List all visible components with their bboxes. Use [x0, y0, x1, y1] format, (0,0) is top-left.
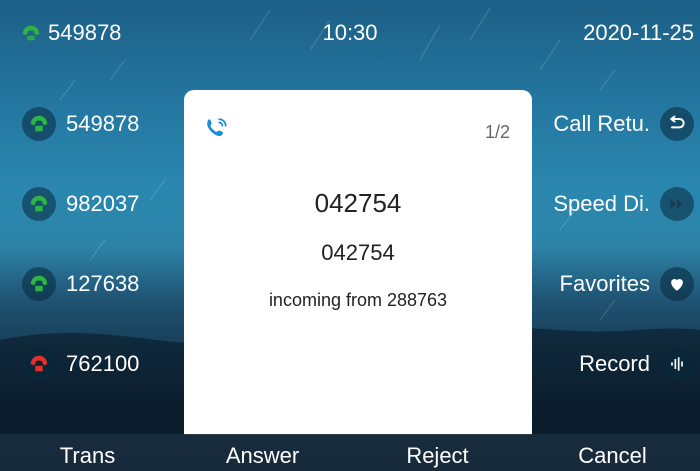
speed-dial-key[interactable]: Speed Di.: [553, 187, 694, 221]
call-return-key[interactable]: Call Retu.: [553, 107, 694, 141]
line-key-3[interactable]: 127638: [22, 267, 139, 301]
line-key-label: 549878: [66, 111, 140, 136]
reject-button[interactable]: Reject: [350, 434, 525, 471]
caller-number: 042754: [314, 188, 402, 218]
caller-name: 042754: [321, 240, 395, 265]
trans-button[interactable]: Trans: [0, 434, 175, 471]
phone-icon: [22, 267, 56, 301]
soft-key-label: Favorites: [559, 271, 650, 296]
soft-key-label: Call Retu.: [553, 111, 650, 136]
soft-key-label: Speed Di.: [553, 191, 650, 216]
incoming-call-icon: [207, 118, 227, 137]
cancel-button[interactable]: Cancel: [525, 434, 700, 471]
line-key-4[interactable]: 762100: [22, 347, 139, 381]
return-icon: [660, 107, 694, 141]
phone-icon: [22, 347, 56, 381]
phone-icon: [22, 187, 56, 221]
page-indicator: 1/2: [484, 122, 510, 142]
date: 2020-11-25: [583, 20, 694, 45]
status-bar: 549878 10:30 2020-11-25: [0, 0, 700, 60]
favorites-key[interactable]: Favorites: [560, 267, 694, 301]
line-key-2[interactable]: 982037: [22, 187, 139, 221]
phone-icon: [22, 107, 56, 141]
soundwave-icon: [660, 347, 694, 381]
line-key-1[interactable]: 549878: [22, 107, 139, 141]
line-key-label: 762100: [66, 351, 140, 376]
fast-forward-icon: [660, 187, 694, 221]
softkey-bar: Trans Answer Reject Cancel: [0, 434, 700, 471]
incoming-call-dialog: 1/2 042754 042754 incoming from 288763: [184, 90, 532, 435]
heart-icon: [660, 267, 694, 301]
line-key-label: 127638: [66, 271, 140, 296]
incoming-message: incoming from 288763: [268, 290, 448, 310]
record-key[interactable]: Record: [579, 347, 694, 381]
phone-screen: 549878 10:30 2020-11-25 549878 982037 12…: [0, 0, 700, 471]
line-key-label: 982037: [66, 191, 140, 216]
answer-button[interactable]: Answer: [175, 434, 350, 471]
soft-key-label: Record: [579, 351, 650, 376]
